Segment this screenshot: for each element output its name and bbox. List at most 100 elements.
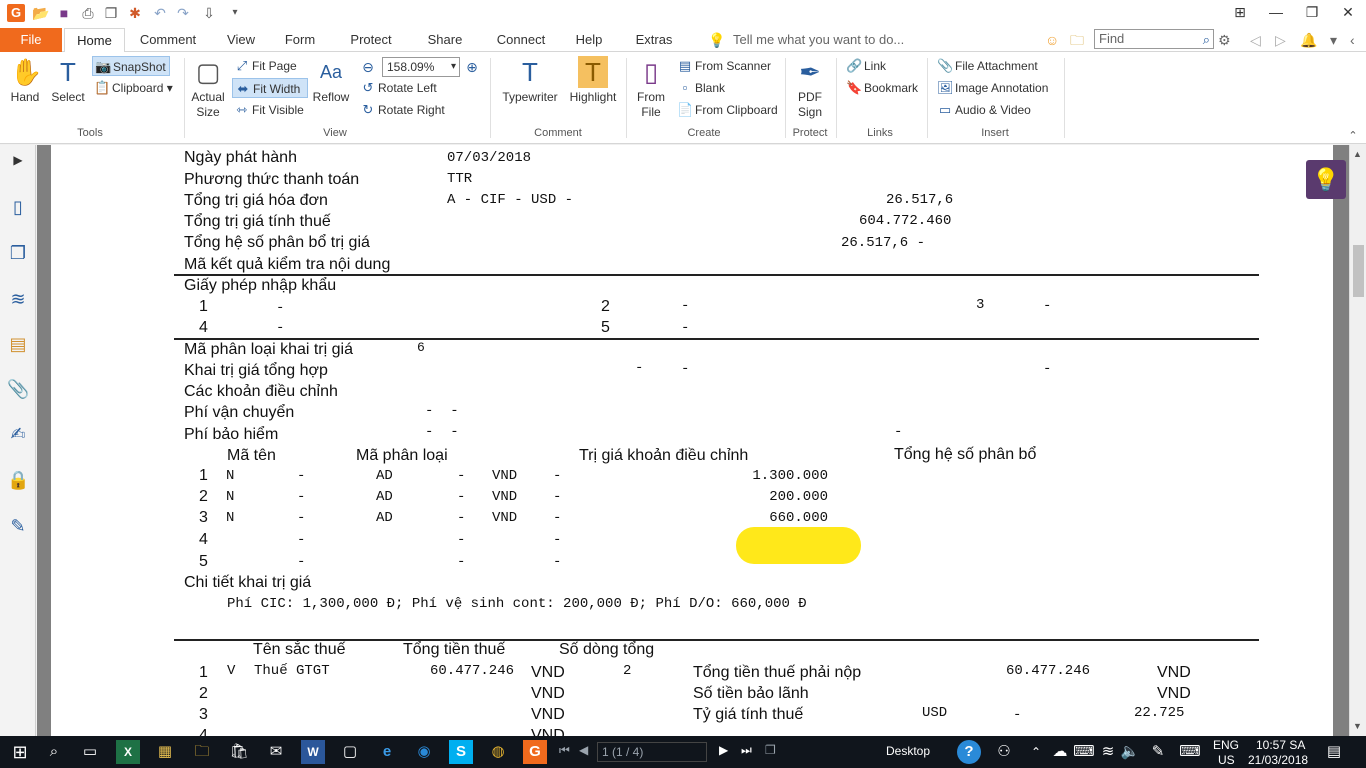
redo-icon[interactable]: ↷ bbox=[174, 4, 192, 22]
highlight-button[interactable]: T Highlight bbox=[566, 56, 620, 104]
ribbon-close-icon[interactable]: ‹ bbox=[1350, 31, 1355, 49]
minimize-icon[interactable]: — bbox=[1258, 0, 1294, 26]
undo-icon[interactable]: ↶ bbox=[151, 4, 169, 22]
link-button[interactable]: 🔗 Link bbox=[844, 56, 886, 76]
tab-home[interactable]: Home bbox=[64, 28, 125, 53]
blank-button[interactable]: ▫ Blank bbox=[675, 78, 725, 98]
tab-comment[interactable]: Comment bbox=[133, 28, 203, 52]
help-icon[interactable]: ? bbox=[957, 740, 981, 764]
zalo-icon[interactable]: ◉ bbox=[412, 740, 436, 764]
copy-icon[interactable]: ❐ bbox=[102, 4, 120, 22]
find-input[interactable]: Find ⌕ bbox=[1094, 29, 1214, 49]
previous-icon[interactable]: ◁ bbox=[1250, 31, 1261, 49]
new-icon[interactable]: ✱ bbox=[126, 4, 144, 22]
tab-file[interactable]: File bbox=[0, 28, 62, 52]
input-language[interactable]: ENG bbox=[1213, 738, 1239, 752]
action-center-icon[interactable]: ▤ bbox=[1322, 740, 1346, 764]
network-icon[interactable]: ⌨ bbox=[1072, 740, 1096, 764]
smiley-icon[interactable]: ☺ bbox=[1045, 31, 1059, 49]
typewriter-button[interactable]: T Typewriter bbox=[498, 56, 562, 104]
tab-share[interactable]: Share bbox=[421, 28, 469, 52]
folder-search-icon[interactable]: 🗀 bbox=[1070, 31, 1084, 49]
security-icon[interactable]: 🔒 bbox=[7, 469, 29, 491]
desktop-toolbar[interactable]: Desktop bbox=[886, 744, 930, 758]
reflow-button[interactable]: Aa Reflow bbox=[312, 56, 350, 104]
search-icon[interactable]: ⌕ bbox=[42, 740, 66, 764]
print-icon[interactable]: ⎙ bbox=[79, 4, 97, 22]
volume-icon[interactable]: 🔈 bbox=[1118, 740, 1142, 764]
last-page-icon[interactable]: ⏭ bbox=[741, 743, 752, 758]
page-view-icon[interactable]: ❐ bbox=[765, 743, 776, 757]
fit-width-button[interactable]: ⬌ Fit Width bbox=[232, 78, 308, 98]
pen-icon[interactable]: ✎ bbox=[7, 515, 29, 537]
clipboard-button[interactable]: 📋 Clipboard ▾ bbox=[92, 78, 178, 98]
tab-view[interactable]: View bbox=[218, 28, 264, 52]
layers-icon[interactable]: ≋ bbox=[7, 288, 29, 310]
save-icon[interactable]: ■ bbox=[55, 4, 73, 22]
settings-icon[interactable]: ⚙ bbox=[1218, 31, 1231, 49]
page-number-input[interactable]: 1 (1 / 4) bbox=[597, 742, 707, 762]
edge-icon[interactable]: e bbox=[375, 740, 399, 764]
from-file-button[interactable]: ▯ From File bbox=[632, 56, 670, 120]
maximize-icon[interactable]: ❐ bbox=[1294, 0, 1330, 26]
chrome-icon[interactable]: ◍ bbox=[486, 740, 510, 764]
store-icon[interactable]: 🛍 bbox=[227, 740, 251, 764]
pdf-page[interactable]: Ngày phát hành 07/03/2018 Phương thức th… bbox=[51, 145, 1346, 736]
hand-tool-button[interactable]: ✋ Hand bbox=[6, 56, 44, 104]
clock-time[interactable]: 10:57 SA bbox=[1256, 738, 1305, 752]
file-explorer-icon[interactable]: 🗀 bbox=[190, 740, 214, 764]
pages-icon[interactable]: ❐ bbox=[7, 242, 29, 264]
clock-date[interactable]: 21/03/2018 bbox=[1248, 753, 1308, 767]
search-icon[interactable]: ⌕ bbox=[1203, 31, 1210, 49]
tell-me-box[interactable]: Tell me what you want to do... bbox=[733, 28, 904, 52]
customize-arrow-icon[interactable]: ▾ bbox=[226, 4, 244, 22]
keyboard-icon[interactable]: ⌨ bbox=[1178, 740, 1202, 764]
notification-bell-icon[interactable]: 🔔 bbox=[1300, 31, 1317, 49]
first-page-icon[interactable]: ⏮ bbox=[559, 743, 570, 758]
comments-icon[interactable]: ▤ bbox=[7, 333, 29, 355]
zoom-out-icon[interactable]: ⊖ bbox=[359, 58, 377, 76]
tab-extras[interactable]: Extras bbox=[630, 28, 678, 52]
collapse-ribbon-icon[interactable]: ▾ bbox=[1330, 31, 1337, 49]
mail-icon[interactable]: ✉ bbox=[264, 740, 288, 764]
people-icon[interactable]: ⚇ bbox=[992, 740, 1016, 764]
close-icon[interactable]: ✕ bbox=[1330, 0, 1366, 26]
word-icon[interactable]: W bbox=[301, 740, 325, 764]
windows-start-icon[interactable]: ⊞ bbox=[8, 740, 32, 764]
stamp-icon[interactable]: ⇩ bbox=[200, 4, 218, 22]
scroll-thumb[interactable] bbox=[1353, 245, 1364, 297]
foxit-icon[interactable]: G bbox=[523, 740, 547, 764]
tab-help[interactable]: Help bbox=[571, 28, 607, 52]
actual-size-button[interactable]: ▢ Actual Size bbox=[188, 56, 228, 120]
yellow-highlight-annotation[interactable] bbox=[736, 527, 861, 564]
rotate-right-button[interactable]: ↻ Rotate Right bbox=[358, 100, 445, 120]
task-view-icon[interactable]: ▭ bbox=[78, 740, 102, 764]
signature-icon[interactable]: ✍ bbox=[7, 423, 29, 445]
onedrive-icon[interactable]: ☁ bbox=[1048, 740, 1072, 764]
image-annotation-button[interactable]: 🖼 Image Annotation bbox=[935, 78, 1048, 98]
scroll-up-icon[interactable]: ▲ bbox=[1353, 149, 1362, 159]
zoom-select[interactable]: 158.09% ▾ bbox=[382, 57, 460, 77]
wifi-icon[interactable]: ≋ bbox=[1096, 740, 1120, 764]
from-scanner-button[interactable]: ▤ From Scanner bbox=[675, 56, 771, 76]
open-icon[interactable]: 📂 bbox=[32, 4, 50, 22]
prev-page-icon[interactable]: ◀ bbox=[579, 743, 588, 757]
tab-connect[interactable]: Connect bbox=[490, 28, 552, 52]
skype-icon[interactable]: S bbox=[449, 740, 473, 764]
restore-layout-icon[interactable]: ⊞ bbox=[1222, 0, 1258, 26]
tab-form[interactable]: Form bbox=[278, 28, 322, 52]
select-tool-button[interactable]: T Select bbox=[48, 56, 88, 104]
file-attachment-button[interactable]: 📎 File Attachment bbox=[935, 56, 1038, 76]
ribbon-collapse-icon[interactable]: ⌃ bbox=[1344, 127, 1362, 145]
fit-visible-button[interactable]: ⇿ Fit Visible bbox=[232, 100, 304, 120]
vertical-scrollbar[interactable]: ▲ ▼ bbox=[1349, 145, 1366, 736]
snapshot-button[interactable]: 📷 SnapShot bbox=[92, 56, 170, 76]
document-viewport[interactable]: Ngày phát hành 07/03/2018 Phương thức th… bbox=[37, 145, 1349, 736]
next-icon[interactable]: ▷ bbox=[1275, 31, 1286, 49]
scroll-down-icon[interactable]: ▼ bbox=[1353, 721, 1362, 731]
expand-arrow-icon[interactable]: ▶ bbox=[7, 149, 29, 171]
input-region[interactable]: US bbox=[1218, 753, 1235, 767]
from-clipboard-button[interactable]: 📄 From Clipboard bbox=[675, 100, 778, 120]
window-icon[interactable]: ▢ bbox=[338, 740, 362, 764]
excel-icon[interactable]: X bbox=[116, 740, 140, 764]
